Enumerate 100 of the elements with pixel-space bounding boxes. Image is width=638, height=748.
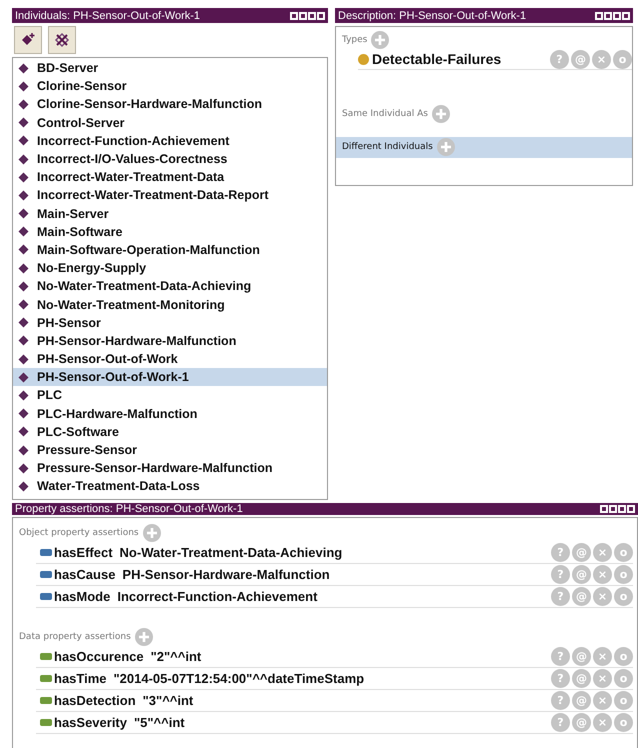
edit-button[interactable]: o xyxy=(614,691,633,710)
individual-item[interactable]: PLC xyxy=(13,386,327,405)
property-name: hasMode xyxy=(54,589,110,604)
individual-item[interactable]: No-Energy-Supply xyxy=(13,259,327,278)
help-button[interactable]: ? xyxy=(551,691,570,710)
section-label: Same Individual As xyxy=(342,109,428,119)
individual-item[interactable]: No-Water-Treatment-Monitoring xyxy=(13,295,327,314)
edit-button[interactable]: o xyxy=(614,543,633,562)
individual-name: PLC-Hardware-Malfunction xyxy=(37,406,198,421)
diamond-icon xyxy=(18,299,29,310)
add-individual-button[interactable] xyxy=(14,26,42,54)
individual-name: BD-Server xyxy=(37,61,98,76)
individual-item[interactable]: Main-Software-Operation-Malfunction xyxy=(13,240,327,260)
diamond-icon xyxy=(18,462,29,474)
delete-button[interactable]: × xyxy=(593,647,612,666)
individual-item[interactable]: PH-Sensor-Hardware-Malfunction xyxy=(13,332,327,350)
annotate-button[interactable]: @ xyxy=(572,647,591,666)
delete-button[interactable]: × xyxy=(593,713,612,732)
property-value: "5"^^int xyxy=(134,715,185,730)
individual-item[interactable]: Incorrect-Water-Treatment-Data-Report xyxy=(13,186,327,204)
edit-button[interactable]: o xyxy=(614,587,633,606)
delete-button[interactable]: × xyxy=(593,543,612,562)
property-value: "2014-05-07T12:54:00"^^dateTimeStamp xyxy=(114,671,364,686)
diamond-icon xyxy=(18,135,29,146)
individual-name: Water-Treatment-Data-Loss xyxy=(37,479,200,494)
property-value: No-Water-Treatment-Data-Achieving xyxy=(120,545,342,560)
individual-name: Incorrect-Water-Treatment-Data xyxy=(37,170,224,184)
diamond-icon xyxy=(18,262,29,274)
individual-item[interactable]: Incorrect-Water-Treatment-Data xyxy=(13,168,327,186)
delete-individual-button[interactable] xyxy=(48,26,76,54)
object-property-icon xyxy=(40,571,52,578)
help-button[interactable]: ? xyxy=(550,50,569,68)
individual-item[interactable]: Pressure-Sensor-Hardware-Malfunction xyxy=(13,459,327,478)
individual-item[interactable]: PH-Sensor xyxy=(13,314,327,332)
panel-title: Property assertions: PH-Sensor-Out-of-Work-1 xyxy=(15,503,243,515)
delete-button[interactable]: × xyxy=(593,691,612,710)
diamond-icon xyxy=(18,154,29,165)
crossed-diamond-icon xyxy=(54,32,70,48)
property-value: "3"^^int xyxy=(142,693,194,708)
individual-item[interactable]: BD-Server xyxy=(13,59,327,78)
individual-item[interactable]: PH-Sensor-Out-of-Work-1 xyxy=(13,368,327,386)
individual-name: Clorine-Sensor-Hardware-Malfunction xyxy=(37,97,262,112)
diamond-icon xyxy=(18,390,29,401)
section-label: Types xyxy=(342,35,368,45)
individual-item[interactable]: Water-Treatment-Data-Loss xyxy=(13,477,327,496)
individual-item[interactable]: Incorrect-Function-Achievement xyxy=(13,132,327,150)
help-button[interactable]: ? xyxy=(551,647,570,666)
diamond-icon xyxy=(18,444,29,456)
annotate-button[interactable]: @ xyxy=(572,565,591,584)
edit-button[interactable]: o xyxy=(613,50,632,68)
individual-item[interactable]: PH-Sensor-Out-of-Work xyxy=(13,350,327,368)
individual-item[interactable]: Main-Server xyxy=(13,204,327,223)
property-name: hasOccurence xyxy=(54,649,144,664)
individual-item[interactable]: Control-Server xyxy=(13,114,327,132)
individual-name: PH-Sensor-Out-of-Work xyxy=(37,352,178,366)
individual-name: No-Water-Treatment-Monitoring xyxy=(37,298,225,312)
diamond-icon xyxy=(18,98,29,110)
help-button[interactable]: ? xyxy=(551,543,570,562)
annotate-button[interactable]: @ xyxy=(572,543,591,562)
class-dot-icon xyxy=(358,54,369,64)
individual-item[interactable]: Incorrect-I/O-Values-Corectness xyxy=(13,150,327,168)
help-button[interactable]: ? xyxy=(551,565,570,584)
annotate-button[interactable]: @ xyxy=(571,50,590,68)
individual-name: No-Water-Treatment-Data-Achieving xyxy=(37,279,252,294)
edit-button[interactable]: o xyxy=(614,647,633,666)
annotate-button[interactable]: @ xyxy=(572,669,591,688)
edit-button[interactable]: o xyxy=(614,565,633,584)
individual-item[interactable]: No-Water-Treatment-Data-Achieving xyxy=(13,277,327,296)
individual-item[interactable]: Pressure-Sensor xyxy=(13,440,327,460)
individual-item[interactable]: PLC-Software xyxy=(13,422,327,441)
property-name: hasDetection xyxy=(54,693,136,708)
delete-button[interactable]: × xyxy=(593,565,612,584)
individual-name: Main-Server xyxy=(37,206,109,221)
help-button[interactable]: ? xyxy=(551,713,570,732)
individual-name: Incorrect-I/O-Values-Corectness xyxy=(37,152,228,166)
delete-button[interactable]: × xyxy=(593,669,612,688)
individual-name: Pressure-Sensor xyxy=(37,443,138,458)
diamond-icon xyxy=(18,317,29,328)
diamond-icon xyxy=(18,208,29,220)
diamond-icon xyxy=(18,244,29,256)
individual-name: Main-Software xyxy=(37,224,122,239)
delete-button[interactable]: × xyxy=(592,50,611,68)
help-button[interactable]: ? xyxy=(551,669,570,688)
individual-item[interactable]: Clorine-Sensor-Hardware-Malfunction xyxy=(13,95,327,114)
edit-button[interactable]: o xyxy=(614,713,633,732)
edit-button[interactable]: o xyxy=(614,669,633,688)
individual-name: PLC-Software xyxy=(37,424,119,439)
annotate-button[interactable]: @ xyxy=(572,691,591,710)
help-button[interactable]: ? xyxy=(551,587,570,606)
diamond-icon xyxy=(18,226,29,238)
individual-item[interactable]: Clorine-Sensor xyxy=(13,77,327,96)
individual-name: Pressure-Sensor-Hardware-Malfunction xyxy=(37,461,272,476)
panel-title: Individuals: PH-Sensor-Out-of-Work-1 xyxy=(15,10,200,22)
individual-item[interactable]: Main-Software xyxy=(13,222,327,241)
property-name: hasCause xyxy=(54,567,116,582)
data-property-icon xyxy=(40,675,52,682)
annotate-button[interactable]: @ xyxy=(572,587,591,606)
annotate-button[interactable]: @ xyxy=(572,713,591,732)
delete-button[interactable]: × xyxy=(593,587,612,606)
individual-item[interactable]: PLC-Hardware-Malfunction xyxy=(13,404,327,423)
